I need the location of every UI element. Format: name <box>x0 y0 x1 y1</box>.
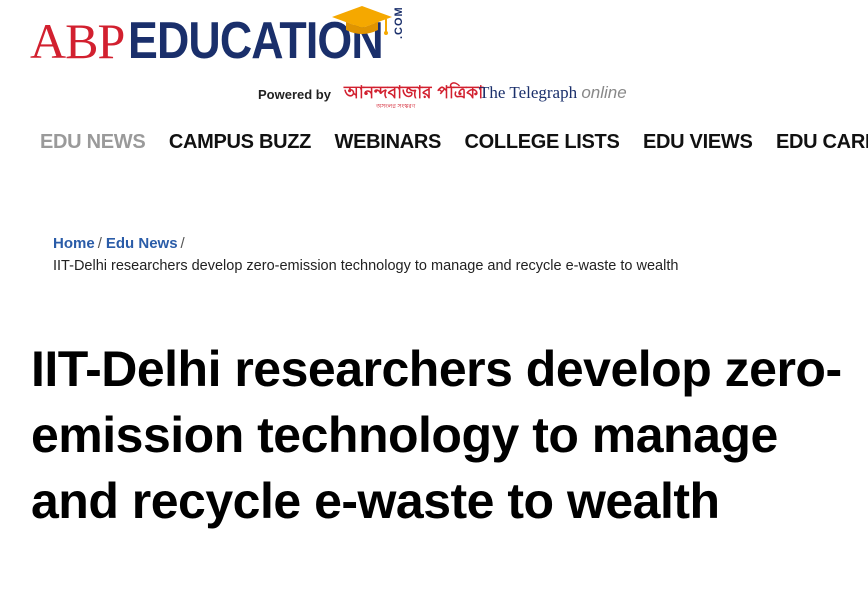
telegraph-name: The Telegraph <box>479 83 578 102</box>
logo-com-text: .COM <box>393 6 405 39</box>
nav-item-edu-views[interactable]: EDU VIEWS <box>643 131 753 154</box>
telegraph-online-suffix: online <box>581 83 627 102</box>
breadcrumb-separator: / <box>97 235 102 252</box>
breadcrumb: Home / Edu News / <box>53 235 189 252</box>
nav-item-webinars[interactable]: WEBINARS <box>335 131 442 154</box>
powered-by-label: Powered by <box>258 87 331 102</box>
graduation-cap-icon <box>332 6 392 35</box>
breadcrumb-separator: / <box>180 235 185 252</box>
breadcrumb-home-link[interactable]: Home <box>53 235 95 252</box>
abp-education-logo[interactable]: ABP EDUCATION .COM <box>30 6 410 70</box>
nav-item-college-lists[interactable]: COLLEGE LISTS <box>465 131 620 154</box>
breadcrumb-section-link[interactable]: Edu News <box>106 235 178 252</box>
nav-item-edu-care[interactable]: EDU CARE <box>776 131 868 154</box>
powered-by-strip: Powered by আনন্দবাজার পত্রিকা অসংলগ্ন সং… <box>258 80 638 110</box>
nav-item-edu-news[interactable]: EDU NEWS <box>40 131 146 154</box>
logo-abp-text: ABP <box>30 13 125 69</box>
main-nav: EDU NEWS CAMPUS BUZZ WEBINARS COLLEGE LI… <box>40 131 868 159</box>
nav-item-campus-buzz[interactable]: CAMPUS BUZZ <box>169 131 312 154</box>
breadcrumb-current-page: IIT-Delhi researchers develop zero-emiss… <box>53 258 679 274</box>
telegraph-online-logo[interactable]: The Telegraph online <box>479 83 627 103</box>
article-headline: IIT-Delhi researchers develop zero-emiss… <box>31 341 842 529</box>
anandabazar-tagline: অসংলগ্ন সংস্করণ <box>376 104 416 110</box>
